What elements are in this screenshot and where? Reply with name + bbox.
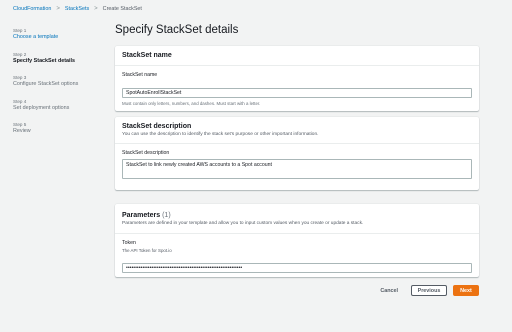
stackset-name-panel: StackSet name StackSet name Must contain… <box>115 46 479 111</box>
stackset-description-panel: StackSet description You can use the des… <box>115 117 479 190</box>
token-label: Token <box>122 240 136 246</box>
parameters-title: Parameters <box>122 211 161 219</box>
panel-body: Token The API Token for Spot.io <box>115 234 479 280</box>
step-label-configure-options: Configure StackSet options <box>13 81 79 87</box>
stackset-name-input[interactable] <box>122 88 472 98</box>
wizard-step-1: Step 1 Choose a template <box>13 28 103 41</box>
wizard-step-4: Step 4 Set deployment options <box>13 99 103 112</box>
breadcrumb-cloudformation[interactable]: CloudFormation <box>13 6 51 12</box>
panel-title: StackSet name <box>122 52 172 59</box>
cancel-button[interactable]: Cancel <box>373 285 405 296</box>
breadcrumb: CloudFormation > StackSets > Create Stac… <box>13 6 142 12</box>
panel-header: StackSet name <box>115 46 479 66</box>
stackset-name-label: StackSet name <box>122 72 158 78</box>
page-title: Specify StackSet details <box>115 24 239 36</box>
panel-title: Parameters (1) <box>122 212 472 219</box>
parameters-count: (1) <box>162 211 171 219</box>
step-label-review: Review <box>13 128 31 134</box>
token-description: The API Token for Spot.io <box>122 248 172 253</box>
breadcrumb-stacksets[interactable]: StackSets <box>65 6 89 12</box>
panel-description: You can use the description to identify … <box>122 132 319 137</box>
stackset-name-constraint: Must contain only letters, numbers, and … <box>122 101 261 106</box>
chevron-right-icon: > <box>56 6 60 12</box>
breadcrumb-create-stackset: Create StackSet <box>102 6 142 12</box>
step-label-specify-details: Specify StackSet details <box>13 57 76 64</box>
step-link-choose-template[interactable]: Choose a template <box>13 34 103 41</box>
chevron-right-icon: > <box>94 6 98 12</box>
panel-title: StackSet description <box>122 123 192 130</box>
panel-body: StackSet name Must contain only letters,… <box>115 66 479 112</box>
panel-description: Parameters are defined in your template … <box>122 220 364 226</box>
wizard-step-2: Step 2 Specify StackSet details <box>13 52 103 65</box>
token-input[interactable] <box>122 263 472 273</box>
panel-header: Parameters (1) Parameters are defined in… <box>115 204 479 234</box>
next-button[interactable]: Next <box>453 285 479 296</box>
panel-body: StackSet description StackSet to link ne… <box>115 144 479 190</box>
wizard-actions: Cancel Previous Next <box>115 285 479 296</box>
wizard-step-5: Step 5 Review <box>13 122 103 135</box>
parameters-panel: Parameters (1) Parameters are defined in… <box>115 204 479 277</box>
stackset-description-textarea[interactable]: StackSet to link newly created AWS accou… <box>122 159 472 179</box>
wizard-steps: Step 1 Choose a template Step 2 Specify … <box>13 28 103 146</box>
panel-header: StackSet description You can use the des… <box>115 117 479 144</box>
previous-button[interactable]: Previous <box>411 285 447 296</box>
step-label-deployment-options: Set deployment options <box>13 104 70 111</box>
wizard-step-3: Step 3 Configure StackSet options <box>13 75 103 88</box>
stackset-description-label: StackSet description <box>122 150 170 156</box>
